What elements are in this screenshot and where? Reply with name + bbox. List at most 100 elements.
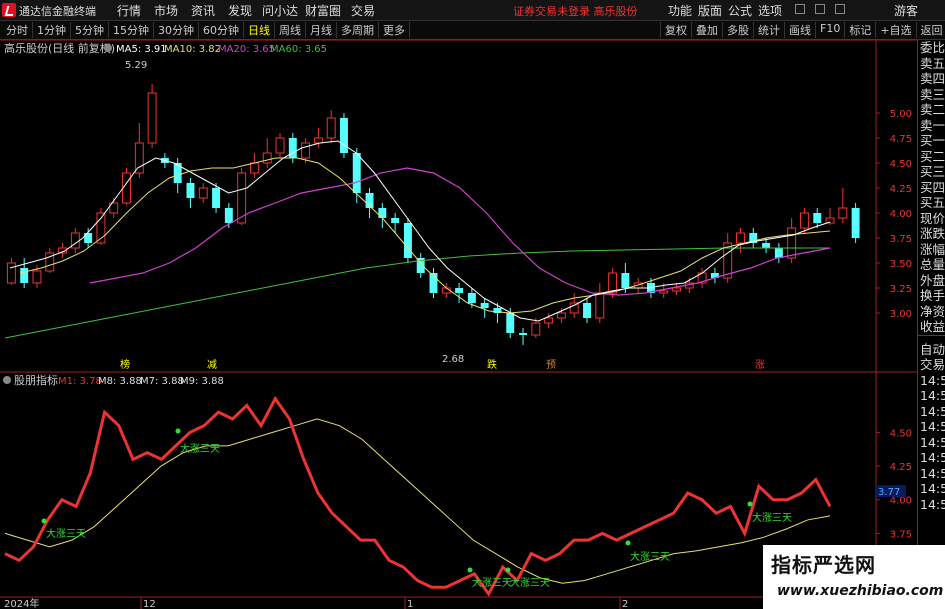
ma-lines [4, 140, 831, 339]
side-item[interactable]: 交易 [918, 357, 945, 373]
x-axis-label: 2024年 [4, 597, 39, 609]
signal-marker: 预 [546, 359, 556, 371]
y-tick-label: 5.00 [890, 109, 912, 120]
ma20-line [89, 167, 831, 296]
y-tick-label: 3.75 [890, 529, 912, 540]
signal-marker: 榜 [120, 358, 130, 371]
side-item: 卖三 [920, 86, 945, 102]
candle [723, 233, 733, 283]
ma10-line [19, 157, 831, 314]
chart-canvas[interactable]: 高乐股份(日线 前复权) MA5: 3.91 MA10: 3.82 MA20: … [0, 0, 945, 609]
settings-dot-icon[interactable] [104, 44, 112, 52]
candle [851, 203, 860, 243]
candle [147, 84, 157, 148]
m1-label: M1: 3.78 [58, 376, 102, 387]
candle [6, 258, 16, 285]
m1-line [4, 395, 832, 597]
ma5-line [9, 140, 831, 322]
y-tick-label: 3.50 [890, 259, 912, 270]
signal-label: 大涨三天 [752, 511, 792, 524]
indicator-title: 股朋指标 [14, 373, 58, 387]
signal-marker: 涨 [755, 359, 765, 371]
side-item: 卖二 [920, 102, 945, 117]
candle [519, 328, 528, 345]
m7-label: M7: 3.88 [140, 376, 184, 387]
side-item: 卖一 [920, 117, 945, 133]
y-tick-label: 4.25 [890, 184, 912, 195]
signal-label: 大涨三天 [630, 550, 670, 563]
candle [198, 183, 208, 203]
side-item: 涨幅 [920, 241, 945, 257]
ma10-label: MA10: 3.82 [164, 44, 221, 55]
candle [45, 248, 55, 273]
candle [608, 268, 618, 298]
candle [339, 113, 348, 158]
signal-marker: 减 [207, 359, 217, 371]
candle [70, 228, 80, 253]
side-item: 卖四 [920, 71, 945, 86]
side-item: 换手 [920, 288, 945, 303]
candle [774, 243, 783, 263]
low-price-label: 2.68 [442, 354, 464, 365]
side-item: 买二 [920, 148, 945, 164]
ma60-line [4, 247, 830, 339]
side-item: 收益 [920, 319, 945, 334]
candle [275, 133, 285, 158]
y-tick-label: 4.75 [890, 134, 912, 145]
watermark-title: 指标严选网 [771, 553, 876, 577]
y-tick-label: 3.00 [890, 309, 912, 320]
y-tick-label: 4.50 [890, 428, 912, 439]
side-item: 净资 [920, 303, 945, 319]
candle [429, 268, 438, 298]
indicator-lines [4, 395, 832, 597]
ma60-label: MA60: 3.65 [270, 44, 327, 55]
y-tick-label: 4.00 [890, 209, 912, 220]
candle [710, 268, 719, 283]
side-time: 14:56 [920, 372, 945, 388]
high-price-label: 5.29 [125, 60, 147, 71]
m8-line [4, 418, 831, 584]
side-time: 14:56 [920, 481, 945, 496]
quote-side-panel: 委比 卖五 卖四 卖三 卖二 卖一 买一 买二 买三 买四 买五 现价 涨跌 涨… [917, 40, 945, 609]
side-time: 14:56 [920, 388, 945, 403]
y-tick-label: 4.25 [890, 462, 912, 473]
side-item: 买三 [920, 164, 945, 179]
side-item: 涨跌 [920, 226, 945, 241]
watermark: 指标严选网 www.xuezhibiao.com [763, 545, 945, 609]
signal-label: 大涨三天 [180, 442, 220, 455]
side-item: 买一 [920, 133, 945, 148]
candle [455, 283, 464, 303]
candle [186, 178, 195, 208]
main-chart-title: 高乐股份(日线 前复权) [4, 41, 115, 55]
side-item: 外盘 [920, 272, 945, 288]
side-item: 买四 [920, 179, 945, 195]
ma20-label: MA20: 3.65 [218, 44, 275, 55]
candle [556, 308, 566, 323]
side-time: 14:56 [920, 419, 945, 434]
y-tick-label: 4.50 [890, 159, 912, 170]
side-item: 委比 [920, 40, 945, 55]
side-time: 14:56 [920, 403, 945, 419]
x-axis-label: 1 [407, 599, 413, 609]
candle [313, 128, 323, 148]
side-item: 总量 [920, 257, 945, 272]
side-time: 14:56 [920, 465, 945, 481]
signal-label: 大涨三天 [510, 576, 550, 589]
candle [403, 218, 412, 263]
side-time: 14:56 [920, 496, 945, 512]
side-time: 14:56 [920, 450, 945, 465]
candle [583, 298, 591, 323]
candles-group [6, 84, 860, 345]
signal-marker: 跌 [487, 358, 497, 371]
m8-label: M8: 3.88 [98, 376, 142, 387]
signal-labels: 大涨三天 大涨三天 大涨三天 大涨三天 大涨三天 大涨三天 [41, 428, 792, 589]
y-tick-label: 3.75 [890, 234, 912, 245]
x-axis-label: 2 [622, 599, 628, 609]
candle [262, 138, 272, 168]
side-item[interactable]: 自动 [918, 342, 945, 358]
indicator-settings-icon[interactable] [3, 376, 11, 384]
y-tick-label: 3.25 [890, 284, 912, 295]
candle [249, 153, 259, 178]
candle [672, 283, 681, 295]
side-item: 现价 [920, 210, 945, 226]
